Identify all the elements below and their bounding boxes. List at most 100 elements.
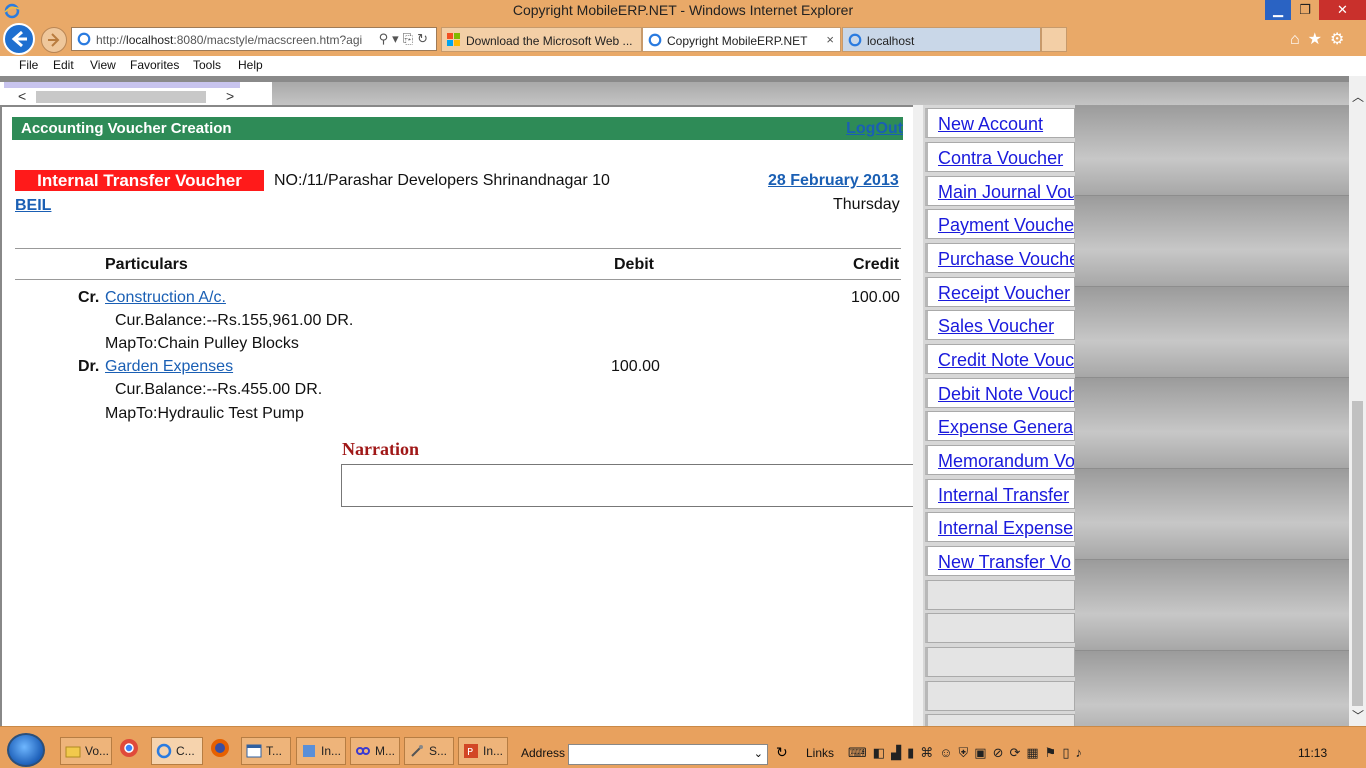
- window-title: Copyright MobileERP.NET - Windows Intern…: [512, 2, 854, 18]
- taskbar-clock[interactable]: 11:13: [1298, 746, 1327, 760]
- forward-button[interactable]: [41, 27, 67, 53]
- sidebar-item-internal-expense[interactable]: Internal Expense: [925, 512, 1075, 542]
- sidebar-item-label: Memorandum Vo: [938, 451, 1075, 471]
- right-decorative-panel: [1075, 105, 1349, 726]
- sidebar-item-empty[interactable]: [925, 580, 1075, 610]
- logout-link[interactable]: LogOut: [846, 120, 903, 138]
- taskbar-button-t[interactable]: T...: [241, 737, 291, 765]
- vertical-scroll-thumb[interactable]: [1352, 401, 1363, 706]
- horizontal-scroll-thumb[interactable]: [36, 91, 206, 103]
- block-icon[interactable]: ⊘: [993, 745, 1010, 760]
- account-link[interactable]: Garden Expenses: [105, 358, 233, 376]
- tab-localhost[interactable]: localhost: [842, 27, 1041, 52]
- minimize-button[interactable]: ▁: [1265, 0, 1291, 20]
- scroll-up-icon[interactable]: ︿: [1352, 88, 1364, 105]
- window-icon[interactable]: ▣: [974, 745, 992, 760]
- sidebar-item-receipt-voucher[interactable]: Receipt Voucher: [925, 277, 1075, 307]
- dropdown-icon[interactable]: ▾: [392, 31, 403, 46]
- back-button[interactable]: [3, 23, 35, 55]
- search-icon[interactable]: ⚲: [379, 31, 393, 46]
- refresh-icon[interactable]: ↻: [776, 744, 788, 761]
- sidebar-item-sales-voucher[interactable]: Sales Voucher: [925, 310, 1075, 340]
- scroll-left-icon[interactable]: <: [18, 88, 26, 104]
- sidebar-item-internal-transfer[interactable]: Internal Transfer: [925, 479, 1075, 509]
- compat-icon[interactable]: ⎘: [403, 31, 417, 46]
- frame-strip-highlight: [4, 82, 240, 88]
- grid-icon[interactable]: ▦: [1026, 745, 1044, 760]
- taskbar-button-ppt[interactable]: P In...: [458, 737, 508, 765]
- close-window-button[interactable]: ✕: [1319, 0, 1366, 20]
- flag-icon[interactable]: ⚑: [1045, 745, 1063, 760]
- vertical-scrollbar[interactable]: ︿ ﹀: [1349, 76, 1366, 726]
- menu-edit[interactable]: Edit: [53, 58, 74, 72]
- taskbar-button-ie[interactable]: C...: [151, 737, 203, 765]
- horizontal-scrollbar[interactable]: < >: [0, 82, 272, 105]
- url-text[interactable]: http://localhost:8080/macstyle/macscreen…: [96, 33, 366, 47]
- taskbar-label: M...: [375, 744, 395, 758]
- note-icon[interactable]: ▮: [907, 745, 920, 760]
- sidebar-item-contra-voucher[interactable]: Contra Voucher: [925, 142, 1075, 172]
- sidebar-item-debit-note-voucher[interactable]: Debit Note Vouch: [925, 378, 1075, 408]
- voucher-type-badge: Internal Transfer Voucher: [15, 170, 264, 191]
- menu-tools[interactable]: Tools: [193, 58, 221, 72]
- close-tab-icon[interactable]: ×: [826, 32, 834, 47]
- voucher-date-link[interactable]: 28 February 2013: [768, 172, 899, 190]
- start-button[interactable]: [7, 733, 45, 767]
- sidebar-item-empty[interactable]: [925, 613, 1075, 643]
- panel-band: [1075, 196, 1349, 286]
- signal-icon[interactable]: ▟: [891, 745, 907, 760]
- network-icon[interactable]: ⌘: [920, 745, 939, 760]
- sidebar-item-memorandum-voucher[interactable]: Memorandum Vo: [925, 445, 1075, 475]
- scroll-down-icon[interactable]: ﹀: [1352, 707, 1364, 724]
- menu-help[interactable]: Help: [238, 58, 263, 72]
- tab-download-microsoft[interactable]: Download the Microsoft Web ...: [441, 27, 642, 52]
- sidebar-item-empty[interactable]: [925, 714, 1075, 726]
- restore-button[interactable]: ❐: [1292, 0, 1318, 20]
- firefox-icon[interactable]: [209, 737, 237, 765]
- sidebar-item-credit-note-voucher[interactable]: Credit Note Vouc: [925, 344, 1075, 374]
- ie-icon: [848, 33, 862, 47]
- window-titlebar: Copyright MobileERP.NET - Windows Intern…: [0, 0, 1366, 22]
- taskbar-button-m[interactable]: M...: [350, 737, 400, 765]
- sidebar-item-payment-voucher[interactable]: Payment Vouche: [925, 209, 1075, 239]
- chrome-icon[interactable]: [118, 737, 146, 765]
- battery-icon[interactable]: ▯: [1062, 745, 1075, 760]
- menu-favorites[interactable]: Favorites: [130, 58, 179, 72]
- account-link[interactable]: Construction A/c.: [105, 289, 226, 307]
- address-bar-icons[interactable]: ⚲▾⎘↻: [379, 31, 432, 47]
- taskbar-button-vo[interactable]: Vo...: [60, 737, 112, 765]
- new-tab-button[interactable]: [1041, 27, 1067, 52]
- sidebar-item-new-account[interactable]: New Account: [925, 108, 1075, 138]
- keyboard-icon[interactable]: ⌨: [848, 745, 873, 760]
- scroll-right-icon[interactable]: >: [226, 88, 234, 104]
- taskbar-button-in[interactable]: In...: [296, 737, 346, 765]
- tab-label: Download the Microsoft Web ...: [466, 34, 633, 48]
- sidebar-item-purchase-voucher[interactable]: Purchase Vouche: [925, 243, 1075, 273]
- user-icon[interactable]: ☺: [939, 745, 958, 760]
- volume-icon[interactable]: ♪: [1075, 745, 1088, 760]
- menu-view[interactable]: View: [90, 58, 116, 72]
- tab-copyright-mobileerp[interactable]: Copyright MobileERP.NET ×: [642, 27, 841, 52]
- menu-file[interactable]: File: [19, 58, 38, 72]
- tray-app-icon[interactable]: ◧: [873, 745, 891, 760]
- update-icon[interactable]: ⟳: [1009, 745, 1026, 760]
- taskbar-button-s[interactable]: S...: [404, 737, 454, 765]
- taskbar-address-input[interactable]: ⌄: [568, 744, 768, 765]
- company-link[interactable]: BEIL: [15, 197, 51, 215]
- shield-icon[interactable]: ⛨: [959, 745, 975, 760]
- sidebar-item-empty[interactable]: [925, 647, 1075, 677]
- home-icon[interactable]: ⌂: [1290, 31, 1308, 48]
- refresh-icon[interactable]: ↻: [417, 31, 432, 46]
- sidebar-item-main-journal-voucher[interactable]: Main Journal Vou: [925, 176, 1075, 206]
- chevron-down-icon[interactable]: ⌄: [754, 747, 763, 760]
- tab-label: Copyright MobileERP.NET: [667, 34, 808, 48]
- sidebar-item-label: Main Journal Vou: [938, 182, 1075, 202]
- narration-input[interactable]: [341, 464, 916, 507]
- sidebar-item-new-transfer-voucher[interactable]: New Transfer Vo: [925, 546, 1075, 576]
- window-icon: [246, 744, 262, 758]
- sidebar-item-expense-general[interactable]: Expense Genera: [925, 411, 1075, 441]
- sidebar-item-empty[interactable]: [925, 681, 1075, 711]
- address-bar[interactable]: http://localhost:8080/macstyle/macscreen…: [71, 27, 437, 51]
- favorites-star-icon[interactable]: ★: [1308, 31, 1330, 48]
- gear-icon[interactable]: ⚙: [1330, 31, 1352, 48]
